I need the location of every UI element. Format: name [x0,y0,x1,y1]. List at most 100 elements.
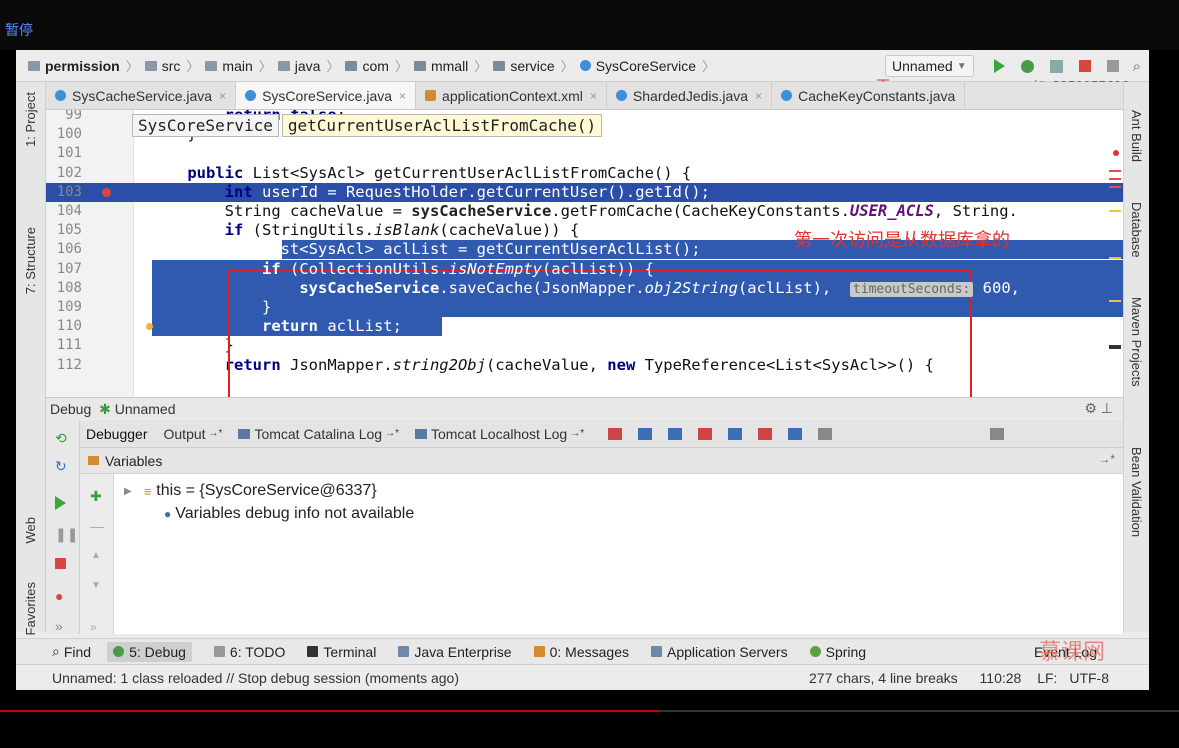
code-editor[interactable]: SysCoreService getCurrentUserAclListFrom… [46,110,1123,397]
force-step-into-icon[interactable] [698,427,713,440]
search-icon[interactable]: ⌕ [1133,58,1141,75]
tab-shardedjedis[interactable]: ShardedJedis.java × [607,82,773,109]
tool-todo[interactable]: 6: TODO [213,644,285,660]
more-icon[interactable]: » [90,620,97,634]
stop-icon[interactable] [55,558,66,569]
step-out-icon[interactable] [728,427,743,440]
close-icon[interactable]: × [590,89,597,103]
status-bar: Unnamed: 1 class reloaded // Stop debug … [16,664,1149,690]
stop-icon[interactable] [1078,60,1091,72]
error-stripe[interactable] [1109,110,1123,397]
tab-tomcat-catalina-log[interactable]: Tomcat Catalina Log →* [238,426,399,442]
status-encoding[interactable]: UTF-8 [1069,670,1109,686]
tool-find[interactable]: ⌕ Find [52,643,91,660]
expand-icon[interactable]: ▶ [124,486,132,497]
tab-applicationcontext[interactable]: applicationContext.xml × [416,82,607,109]
tool-tab-database[interactable]: Database [1129,202,1144,258]
show-execution-point-icon[interactable] [608,427,623,440]
tool-debug[interactable]: 5: Debug [107,641,192,662]
code-line[interactable]: 108 sysCacheService.saveCache(JsonMapper… [46,278,1123,298]
remove-watch-icon[interactable]: — [90,518,104,534]
close-icon[interactable]: × [399,89,406,103]
tab-tomcat-localhost-log[interactable]: Tomcat Localhost Log →* [414,426,584,442]
move-down-icon[interactable]: ▼ [91,580,101,591]
crumb-main[interactable]: main [205,58,253,74]
crumb-java[interactable]: java [277,58,320,74]
class-icon [245,90,257,101]
variables-tree[interactable]: ▶ ≡ this = {SysCoreService@6337} ● Varia… [114,474,1123,634]
crumb-class[interactable]: SysCoreService [579,58,696,74]
pause-label[interactable]: 暂停 [5,20,33,40]
resume-icon[interactable] [55,496,66,510]
stripe-mark[interactable] [1109,300,1121,302]
breadcrumb-method[interactable]: getCurrentUserAclListFromCache() [281,114,603,137]
tool-spring[interactable]: Spring [809,644,866,660]
code-line[interactable]: 101 [46,144,1123,163]
tool-tab-structure[interactable]: 7: Structure [23,227,38,294]
stripe-mark[interactable] [1109,170,1121,172]
error-mark[interactable] [1113,150,1119,156]
code-line[interactable]: 104 String cacheValue = sysCacheService.… [46,202,1123,221]
scroll-thumb[interactable] [1109,345,1121,349]
tab-syscacheservice[interactable]: SysCacheService.java × [46,82,237,109]
pin-icon[interactable]: →* [1098,452,1115,466]
move-up-icon[interactable]: ▲ [91,550,101,561]
status-line-separator[interactable]: LF: [1037,670,1057,686]
crumb-src[interactable]: src [144,58,180,74]
debug-session-name[interactable]: Unnamed [115,401,176,417]
structure-icon[interactable] [1106,60,1119,72]
settings-icon[interactable]: ⚙ ⊥ [1084,400,1113,417]
tool-application-servers[interactable]: Application Servers [650,644,788,660]
stripe-mark[interactable] [1109,178,1121,180]
tool-tab-project[interactable]: 1: Project [23,92,38,147]
stripe-mark[interactable] [1109,186,1121,188]
line-number: 100 [56,126,82,143]
new-watch-icon[interactable]: ✚ [90,488,102,505]
more-icon[interactable]: » [55,618,69,634]
line-number: 112 [56,356,82,373]
breakpoint-icon[interactable] [102,187,111,197]
drop-frame-icon[interactable] [758,427,773,440]
class-icon [55,90,66,101]
crumb-service[interactable]: service [493,58,555,74]
tab-output[interactable]: Output →* [164,426,223,442]
crumb-com[interactable]: com [345,58,389,74]
tool-messages[interactable]: 0: Messages [533,644,629,660]
debug-icon[interactable] [1020,59,1034,73]
close-icon[interactable]: × [755,89,762,103]
step-over-icon[interactable] [638,427,653,440]
tool-tab-web[interactable]: Web [23,517,38,544]
run-icon[interactable] [993,59,1005,73]
code-line[interactable]: 103 int userId = RequestHolder.getCurren… [46,182,1123,202]
close-icon[interactable]: × [219,89,226,103]
stripe-mark[interactable] [1109,257,1121,259]
evaluate-icon[interactable] [818,427,833,440]
pause-icon[interactable]: ❚❚ [55,526,78,542]
code-line[interactable]: 102 public List<SysAcl> getCurrentUserAc… [46,164,1123,183]
crumb-mmall[interactable]: mmall [413,58,468,74]
video-progress-bar[interactable] [0,710,1179,712]
tab-cachekeyconstants[interactable]: CacheKeyConstants.java [772,82,966,109]
crumb-project[interactable]: permission [28,58,120,74]
step-into-icon[interactable] [668,427,683,440]
breadcrumb-class[interactable]: SysCoreService [132,114,279,137]
tool-java-enterprise[interactable]: Java Enterprise [398,644,512,660]
coverage-icon[interactable] [1049,59,1063,73]
run-to-cursor-icon[interactable] [788,427,803,440]
status-position[interactable]: 110:28 [980,670,1022,686]
variable-this[interactable]: ▶ ≡ this = {SysCoreService@6337} [124,482,377,500]
video-progress-fill [0,710,660,712]
run-config-dropdown[interactable]: Unnamed ▼ [884,55,974,77]
stripe-mark[interactable] [1109,210,1121,212]
tab-debugger[interactable]: Debugger [86,426,148,442]
refresh-icon[interactable]: ↻ [55,458,69,474]
tool-tab-bean-validation[interactable]: Bean Validation [1129,447,1144,537]
tool-tab-ant-build[interactable]: Ant Build [1129,110,1144,162]
view-breakpoints-icon[interactable]: ● [55,588,69,604]
search-icon: ⌕ [52,643,60,659]
tab-syscoreservice[interactable]: SysCoreService.java × [236,82,417,109]
rerun-icon[interactable]: ⟲ [55,430,69,446]
tool-terminal[interactable]: Terminal [307,644,376,660]
tool-tab-maven[interactable]: Maven Projects [1129,297,1144,387]
layout-icon[interactable] [990,427,1005,440]
